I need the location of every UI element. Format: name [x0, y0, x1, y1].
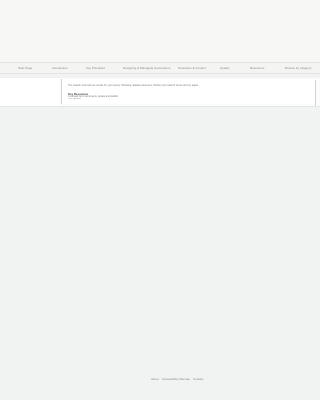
footer-link-accessibility[interactable]: Accessibility: [162, 377, 178, 382]
footer-link-contact[interactable]: Contact: [193, 377, 203, 382]
main-content: The search returned no results for your …: [0, 78, 320, 106]
header-banner: [0, 0, 320, 62]
nav-item-introduction[interactable]: Introduction: [52, 65, 68, 71]
main-navigation: Start Page Introduction Key Principles D…: [0, 62, 320, 74]
nav-item-resources[interactable]: Resources: [250, 65, 264, 71]
nav-item-governance[interactable]: Designing & Managing Governance: [123, 65, 170, 71]
nav-item-browse[interactable]: Browse by category: [285, 65, 311, 71]
results-card: The search returned no results for your …: [61, 79, 315, 104]
footer: About Accessibility Sitemap Contact: [0, 376, 320, 384]
result-meta: Last updated: [68, 98, 81, 100]
nav-item-structures[interactable]: Structures & Content: [178, 65, 206, 71]
footer-link-sitemap[interactable]: Sitemap: [179, 377, 190, 382]
content-divider: [0, 106, 320, 107]
footer-link-about[interactable]: About: [151, 377, 159, 382]
scrollbar[interactable]: [315, 80, 316, 106]
sidebar-panel: [0, 78, 60, 106]
nav-item-start-page[interactable]: Start Page: [18, 65, 32, 71]
nav-item-key-principles[interactable]: Key Principles: [86, 65, 105, 71]
nav-item-quality[interactable]: Quality: [220, 65, 229, 71]
search-notice: The search returned no results for your …: [68, 84, 199, 87]
